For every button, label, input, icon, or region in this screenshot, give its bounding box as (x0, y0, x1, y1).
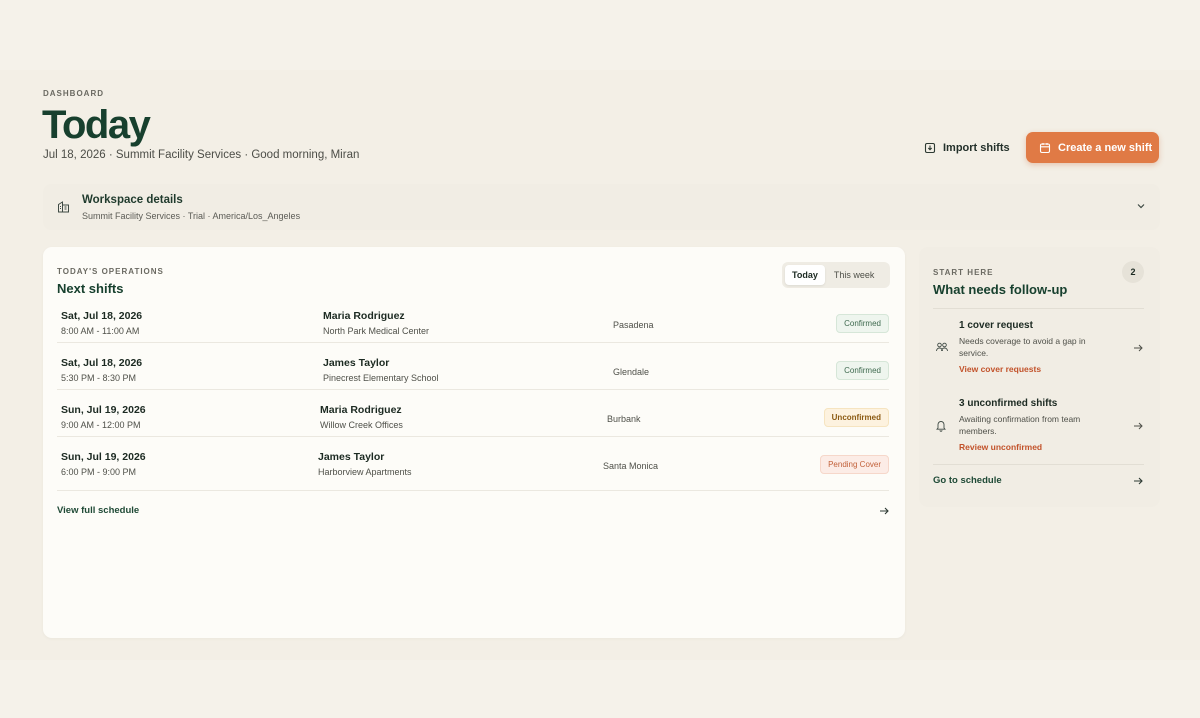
arrow-right-icon[interactable] (1132, 420, 1144, 432)
shift-person: James Taylor (318, 451, 385, 463)
import-icon (924, 142, 936, 154)
follow-up-eyebrow: START HERE (933, 268, 994, 277)
create-shift-label: Create a new shift (1058, 141, 1153, 154)
shift-person: James Taylor (323, 357, 390, 369)
follow-up-item-desc: Needs coverage to avoid a gap in service… (959, 336, 1086, 358)
shift-site: North Park Medical Center (323, 326, 430, 336)
create-shift-button[interactable]: Create a new shift (1026, 132, 1159, 163)
shift-time: 9:00 AM - 12:00 PM (61, 420, 141, 430)
users-icon (936, 342, 948, 352)
shift-city: Santa Monica (603, 461, 659, 471)
shift-date: Sat, Jul 18, 2026 (61, 357, 143, 369)
view-full-schedule-link[interactable]: View full schedule (57, 505, 139, 516)
follow-up-item-title: 3 unconfirmed shifts (959, 398, 1058, 409)
shift-time: 8:00 AM - 11:00 AM (61, 326, 140, 336)
toggle-today[interactable]: Today (785, 265, 825, 285)
workspace-subtitle: Summit Facility Services · Trial · Ameri… (82, 211, 301, 221)
divider (57, 490, 889, 491)
shift-site: Willow Creek Offices (320, 420, 403, 430)
shift-date: Sun, Jul 19, 2026 (61, 451, 146, 463)
range-toggle: Today This week (782, 262, 890, 288)
follow-up-title: What needs follow-up (933, 282, 1068, 297)
shift-site: Harborview Apartments (318, 467, 412, 477)
calendar-icon (1039, 142, 1051, 153)
chevron-down-icon[interactable] (1136, 201, 1146, 211)
page-title: Today (42, 103, 151, 147)
shift-time: 5:30 PM - 8:30 PM (61, 373, 137, 383)
import-shifts-label: Import shifts (943, 142, 1010, 154)
workspace-details-bar[interactable]: Workspace details Summit Facility Servic… (43, 184, 1160, 230)
next-shifts-card: TODAY'S OPERATIONS Next shifts Today Thi… (43, 247, 905, 638)
shift-city: Pasadena (613, 320, 654, 330)
status-badge: Confirmed (836, 361, 889, 380)
follow-up-item-desc: Awaiting confirmation from team members. (959, 414, 1081, 436)
shift-time: 6:00 PM - 9:00 PM (61, 467, 137, 477)
shift-city: Glendale (613, 367, 650, 377)
table-row[interactable]: Sat, Jul 18, 2026 5:30 PM - 8:30 PM Jame… (57, 344, 889, 390)
divider (933, 308, 1144, 309)
view-cover-requests-link[interactable]: View cover requests (959, 364, 1041, 374)
go-to-schedule-link[interactable]: Go to schedule (933, 475, 1002, 486)
next-shifts-title: Next shifts (57, 281, 124, 296)
table-row[interactable]: Sun, Jul 19, 2026 6:00 PM - 9:00 PM Jame… (57, 438, 889, 484)
workspace-title: Workspace details (82, 194, 183, 206)
table-row[interactable]: Sun, Jul 19, 2026 9:00 AM - 12:00 PM Mar… (57, 391, 889, 437)
arrow-right-icon[interactable] (878, 505, 890, 517)
review-unconfirmed-link[interactable]: Review unconfirmed (959, 442, 1042, 452)
building-icon (58, 201, 69, 213)
page-eyebrow: DASHBOARD (43, 89, 104, 98)
arrow-right-icon[interactable] (1132, 475, 1144, 487)
status-badge: Unconfirmed (823, 408, 889, 427)
shift-date: Sat, Jul 18, 2026 (61, 310, 143, 322)
import-shifts-button[interactable]: Import shifts (914, 135, 1016, 161)
operations-eyebrow: TODAY'S OPERATIONS (57, 267, 164, 276)
toggle-this-week[interactable]: This week (827, 265, 882, 285)
shift-person: Maria Rodriguez (323, 310, 405, 322)
shift-person: Maria Rodriguez (320, 404, 402, 416)
status-badge: Pending Cover (820, 455, 889, 474)
bell-icon (936, 421, 946, 432)
shift-date: Sun, Jul 19, 2026 (61, 404, 146, 416)
divider (933, 464, 1144, 465)
arrow-right-icon[interactable] (1132, 342, 1144, 354)
table-row[interactable]: Sat, Jul 18, 2026 8:00 AM - 11:00 AM Mar… (57, 297, 889, 343)
follow-up-card: START HERE What needs follow-up 2 1 cove… (919, 247, 1160, 507)
status-badge: Confirmed (836, 314, 889, 333)
follow-up-item-title: 1 cover request (959, 320, 1033, 331)
follow-up-count-badge: 2 (1122, 261, 1144, 283)
page-subtitle: Jul 18, 2026 · Summit Facility Services … (43, 149, 360, 161)
shift-site: Pinecrest Elementary School (323, 373, 439, 383)
shift-city: Burbank (607, 414, 641, 424)
